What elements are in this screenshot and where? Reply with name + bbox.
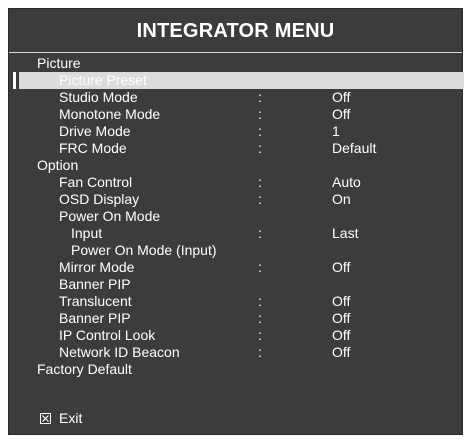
menu-item-value: 1 bbox=[332, 123, 340, 139]
menu-item-picture-preset[interactable]: Picture Preset bbox=[19, 72, 464, 89]
menu-item-value: Default bbox=[332, 140, 377, 156]
menu-item-value: Off bbox=[332, 344, 351, 360]
menu-item-translucent[interactable]: Translucent : Off bbox=[9, 293, 464, 310]
colon-separator: : bbox=[258, 310, 262, 326]
menu-item-studio-mode[interactable]: Studio Mode : Off bbox=[9, 89, 464, 106]
menu-item-label: Monotone Mode bbox=[59, 106, 161, 122]
menu-item-label: Input bbox=[71, 225, 103, 241]
menu-item-label: Banner PIP bbox=[59, 310, 131, 326]
colon-separator: : bbox=[258, 259, 262, 275]
colon-separator: : bbox=[258, 293, 262, 309]
menu-item-value: Off bbox=[332, 327, 351, 343]
menu-item-frc-mode[interactable]: FRC Mode : Default bbox=[9, 140, 464, 157]
colon-separator: : bbox=[258, 174, 262, 190]
menu-item-label: Power On Mode (Input) bbox=[71, 242, 217, 258]
colon-separator: : bbox=[258, 327, 262, 343]
menu-item-power-on-mode[interactable]: Power On Mode bbox=[9, 208, 464, 225]
menu-item-value: Last bbox=[332, 225, 359, 241]
menu-item-value: Off bbox=[332, 106, 351, 122]
title-divider bbox=[9, 52, 462, 53]
menu-item-drive-mode[interactable]: Drive Mode : 1 bbox=[9, 123, 464, 140]
menu-item-label: Power On Mode bbox=[59, 208, 161, 224]
menu-item-banner-pip-setting[interactable]: Banner PIP : Off bbox=[9, 310, 464, 327]
menu-item-ip-control-look[interactable]: IP Control Look : Off bbox=[9, 327, 464, 344]
menu-item-factory-default[interactable]: Factory Default bbox=[9, 361, 464, 378]
menu-item-label: Banner PIP bbox=[59, 276, 131, 292]
menu-item-label: Fan Control bbox=[59, 174, 133, 190]
menu-item-value: Off bbox=[332, 259, 351, 275]
menu-item-label: IP Control Look bbox=[59, 327, 156, 343]
colon-separator: : bbox=[258, 89, 262, 105]
menu-item-label: FRC Mode bbox=[59, 140, 127, 156]
menu-item-mirror-mode[interactable]: Mirror Mode : Off bbox=[9, 259, 464, 276]
menu-item-label: Studio Mode bbox=[59, 89, 138, 105]
exit-button[interactable]: Exit bbox=[59, 410, 82, 427]
colon-separator: : bbox=[258, 140, 262, 156]
colon-separator: : bbox=[258, 123, 262, 139]
menu-item-label: Network ID Beacon bbox=[59, 344, 180, 360]
colon-separator: : bbox=[258, 106, 262, 122]
menu-item-value: On bbox=[332, 191, 351, 207]
menu-item-label: Drive Mode bbox=[59, 123, 131, 139]
menu-item-value: Off bbox=[332, 293, 351, 309]
menu-item-fan-control[interactable]: Fan Control : Auto bbox=[9, 174, 464, 191]
menu-item-label: Factory Default bbox=[37, 361, 132, 377]
menu-item-value: Auto bbox=[332, 174, 361, 190]
menu-title: INTEGRATOR MENU bbox=[136, 20, 335, 42]
menu-item-monotone-mode[interactable]: Monotone Mode : Off bbox=[9, 106, 464, 123]
menu-item-value: Off bbox=[332, 310, 351, 326]
integrator-menu-panel: INTEGRATOR MENU Picture Picture Preset S… bbox=[8, 8, 464, 435]
menu-item-option[interactable]: Option bbox=[9, 157, 464, 174]
menu-item-label: Translucent bbox=[59, 293, 132, 309]
menu-item-power-on-mode-input[interactable]: Power On Mode (Input) bbox=[9, 242, 464, 259]
colon-separator: : bbox=[258, 191, 262, 207]
menu-item-value: Off bbox=[332, 89, 351, 105]
colon-separator: : bbox=[258, 225, 262, 241]
menu-item-network-id-beacon[interactable]: Network ID Beacon : Off bbox=[9, 344, 464, 361]
menu-item-label: Picture Preset bbox=[59, 72, 147, 88]
menu-item-label: Picture bbox=[37, 55, 81, 71]
menu-item-osd-display[interactable]: OSD Display : On bbox=[9, 191, 464, 208]
menu-item-label: OSD Display bbox=[59, 191, 140, 207]
colon-separator: : bbox=[258, 344, 262, 360]
menu-item-label: Option bbox=[37, 157, 79, 173]
menu-item-picture[interactable]: Picture bbox=[9, 55, 464, 72]
selection-marker bbox=[13, 72, 16, 89]
menu-item-label: Mirror Mode bbox=[59, 259, 135, 275]
close-box-icon[interactable] bbox=[40, 413, 51, 424]
menu-item-input[interactable]: Input : Last bbox=[9, 225, 464, 242]
menu-item-banner-pip[interactable]: Banner PIP bbox=[9, 276, 464, 293]
